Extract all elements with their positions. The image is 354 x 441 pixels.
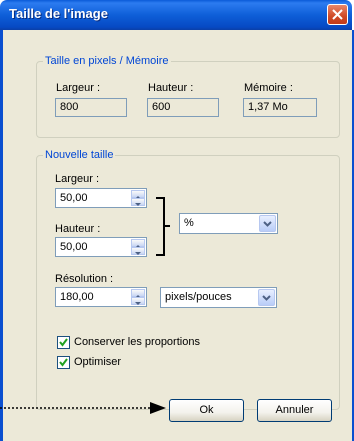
spin-up-down-icon[interactable] xyxy=(131,190,145,206)
new-size-legend: Nouvelle taille xyxy=(43,149,116,161)
title-bar[interactable]: Taille de l'image xyxy=(0,0,352,30)
original-width-label: Largeur : xyxy=(56,82,101,94)
checkmark-icon xyxy=(59,358,68,367)
original-width-value: 800 xyxy=(55,98,127,117)
resolution-input[interactable]: 180,00 xyxy=(55,287,147,307)
pixel-size-legend: Taille en pixels / Mémoire xyxy=(43,55,171,67)
resolution-unit-value: pixels/pouces xyxy=(165,291,232,303)
cancel-button[interactable]: Annuler xyxy=(257,399,332,422)
checkmark-icon xyxy=(59,338,68,347)
size-unit-value: % xyxy=(184,217,194,229)
resolution-unit-select[interactable]: pixels/pouces xyxy=(160,287,277,308)
new-height-label: Hauteur : xyxy=(55,223,101,235)
new-width-label: Largeur : xyxy=(55,173,100,185)
ok-button[interactable]: Ok xyxy=(169,399,244,422)
chevron-down-icon[interactable] xyxy=(259,215,276,232)
keep-proportions-checkbox[interactable] xyxy=(57,336,70,349)
link-bracket-icon xyxy=(156,197,170,256)
window-title: Taille de l'image xyxy=(9,6,108,21)
new-height-input[interactable]: 50,00 xyxy=(55,237,147,257)
spin-up-down-icon[interactable] xyxy=(131,289,145,305)
resolution-label: Résolution : xyxy=(55,273,114,285)
new-size-group: Nouvelle taille Largeur : 50,00 Hauteur … xyxy=(36,149,340,410)
new-height-value: 50,00 xyxy=(60,241,88,253)
close-icon xyxy=(332,9,343,20)
new-width-input[interactable]: 50,00 xyxy=(55,188,147,208)
dialog-window: Taille de l'image Taille en pixels / Mém… xyxy=(0,0,354,441)
close-button[interactable] xyxy=(327,4,348,25)
original-height-value: 600 xyxy=(147,98,219,117)
keep-proportions-label[interactable]: Conserver les proportions xyxy=(74,336,200,348)
dialog-body: Taille en pixels / Mémoire Largeur : 800… xyxy=(0,30,354,441)
memory-value: 1,37 Mo xyxy=(243,98,317,117)
spin-up-down-icon[interactable] xyxy=(131,239,145,255)
size-unit-select[interactable]: % xyxy=(179,213,278,234)
memory-label: Mémoire : xyxy=(244,82,293,94)
original-height-label: Hauteur : xyxy=(148,82,194,94)
pixel-size-group: Taille en pixels / Mémoire Largeur : 800… xyxy=(36,55,340,138)
optimize-checkbox[interactable] xyxy=(57,356,70,369)
dotted-arrow-icon xyxy=(0,402,166,414)
resolution-value: 180,00 xyxy=(60,291,94,303)
chevron-down-icon[interactable] xyxy=(258,289,275,306)
optimize-label[interactable]: Optimiser xyxy=(74,356,121,368)
new-width-value: 50,00 xyxy=(60,192,88,204)
